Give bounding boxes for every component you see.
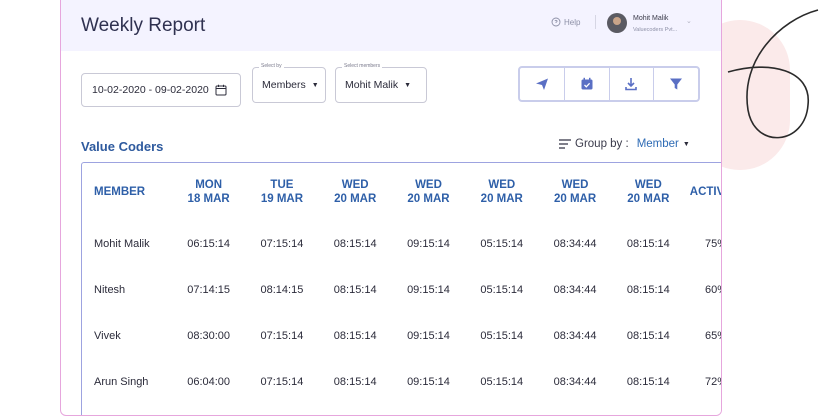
time-cell: 05:15:14 xyxy=(480,284,524,296)
caret-down-icon: ▼ xyxy=(311,81,319,89)
page-title: Weekly Report xyxy=(81,15,206,36)
time-cell: 05:15:14 xyxy=(480,330,524,342)
time-cell: 08:34:44 xyxy=(553,376,597,388)
section-title: Value Coders xyxy=(81,139,164,154)
column-header-day[interactable]: WED 20 MAR xyxy=(612,163,685,221)
avatar[interactable] xyxy=(607,13,627,33)
date-range-value: 10-02-2020 - 09-02-2020 xyxy=(92,84,209,96)
time-cell: 08:15:14 xyxy=(333,284,377,296)
time-cell: 09:15:14 xyxy=(407,376,450,388)
calendar-button[interactable] xyxy=(565,68,610,100)
report-table-container: MEMBER MON 18 MAR TUE 19 MAR WED 20 MAR WED… xyxy=(81,162,721,415)
time-cell: 07:15:14 xyxy=(260,238,304,250)
time-cell: 08:15:14 xyxy=(333,376,377,388)
member-name: Arun Singh xyxy=(94,376,149,388)
card-header: Weekly Report Help Mohit Malik Valuecode… xyxy=(61,0,721,51)
group-by-label: Group by : xyxy=(575,138,629,150)
help-label: Help xyxy=(564,17,581,27)
member-name: Mohit Malik xyxy=(94,238,150,250)
column-header-member[interactable]: MEMBER xyxy=(82,163,172,221)
table-row[interactable]: Nitesh 07:14:15 08:14:15 08:15:14 09:15:… xyxy=(82,267,721,313)
report-table: MEMBER MON 18 MAR TUE 19 MAR WED 20 MAR WED… xyxy=(82,163,721,405)
download-button[interactable] xyxy=(610,68,655,100)
help-icon xyxy=(551,17,561,27)
time-cell: 08:15:14 xyxy=(626,330,670,342)
time-cell: 08:15:14 xyxy=(626,284,670,296)
action-toolbar xyxy=(518,66,700,102)
date-range-picker[interactable]: 10-02-2020 - 09-02-2020 xyxy=(81,73,241,107)
chevron-down-icon[interactable]: ⌄ xyxy=(686,17,692,25)
time-cell: 08:15:14 xyxy=(333,238,377,250)
sort-lines-icon xyxy=(559,139,571,149)
select-members-dropdown[interactable]: Select members Mohit Malik ▼ xyxy=(335,63,427,103)
table-row[interactable]: Mohit Malik 06:15:14 07:15:14 08:15:14 0… xyxy=(82,221,721,267)
calendar-icon xyxy=(581,77,593,90)
time-cell: 08:15:14 xyxy=(333,330,377,342)
calendar-icon xyxy=(215,84,227,96)
user-company: Valuecoders Pvt... xyxy=(633,27,678,33)
help-link[interactable]: Help xyxy=(551,17,580,27)
time-cell: 07:15:14 xyxy=(260,330,304,342)
activity-cell: 72% xyxy=(704,376,721,388)
member-name: Nitesh xyxy=(94,284,126,296)
user-name[interactable]: Mohit Malik xyxy=(633,15,668,22)
time-cell: 09:15:14 xyxy=(407,284,450,296)
member-name: Vivek xyxy=(94,330,121,342)
activity-cell: 60% xyxy=(704,284,721,296)
select-by-label: Select by xyxy=(259,63,284,69)
activity-cell: 65% xyxy=(704,330,721,342)
column-header-activity[interactable]: ACTIVITY xyxy=(685,163,721,221)
time-cell: 06:15:14 xyxy=(187,238,231,250)
group-by-value: Member xyxy=(636,138,679,150)
column-header-day[interactable]: WED 20 MAR xyxy=(392,163,465,221)
table-row[interactable]: Vivek 08:30:00 07:15:14 08:15:14 09:15:1… xyxy=(82,313,721,359)
send-button[interactable] xyxy=(520,68,565,100)
time-cell: 07:14:15 xyxy=(187,284,231,296)
select-members-value: Mohit Malik xyxy=(345,79,399,91)
time-cell: 08:34:44 xyxy=(553,284,597,296)
header-divider xyxy=(595,15,596,29)
time-cell: 05:15:14 xyxy=(480,376,524,388)
activity-cell: 75% xyxy=(704,238,721,250)
filter-icon xyxy=(670,78,683,90)
time-cell: 07:15:14 xyxy=(260,376,304,388)
time-cell: 08:30:00 xyxy=(187,330,231,342)
time-cell: 08:34:44 xyxy=(553,238,597,250)
group-by-dropdown[interactable]: Group by : Member ▼ xyxy=(559,138,690,150)
column-header-day[interactable]: MON 18 MAR xyxy=(172,163,245,221)
time-cell: 05:15:14 xyxy=(480,238,524,250)
table-header-row: MEMBER MON 18 MAR TUE 19 MAR WED 20 MAR WED… xyxy=(82,163,721,221)
select-by-value: Members xyxy=(262,79,306,91)
time-cell: 09:15:14 xyxy=(407,238,450,250)
time-cell: 08:14:15 xyxy=(260,284,304,296)
table-row[interactable]: Arun Singh 06:04:00 07:15:14 08:15:14 09… xyxy=(82,359,721,405)
time-cell: 08:15:14 xyxy=(626,238,670,250)
column-header-day[interactable]: WED 20 MAR xyxy=(465,163,538,221)
weekly-report-card: Weekly Report Help Mohit Malik Valuecode… xyxy=(60,0,722,416)
select-members-label: Select members xyxy=(342,63,383,69)
select-by-dropdown[interactable]: Select by Members ▼ xyxy=(252,63,326,103)
caret-down-icon: ▼ xyxy=(404,81,412,89)
column-header-day[interactable]: WED 20 MAR xyxy=(319,163,392,221)
send-icon xyxy=(535,78,548,90)
time-cell: 06:04:00 xyxy=(187,376,231,388)
download-icon xyxy=(625,78,638,91)
time-cell: 09:15:14 xyxy=(407,330,450,342)
column-header-day[interactable]: WED 20 MAR xyxy=(538,163,611,221)
column-header-day[interactable]: TUE 19 MAR xyxy=(245,163,318,221)
filter-button[interactable] xyxy=(654,68,698,100)
time-cell: 08:34:44 xyxy=(553,330,597,342)
time-cell: 08:15:14 xyxy=(626,376,670,388)
caret-down-icon: ▼ xyxy=(682,140,690,148)
